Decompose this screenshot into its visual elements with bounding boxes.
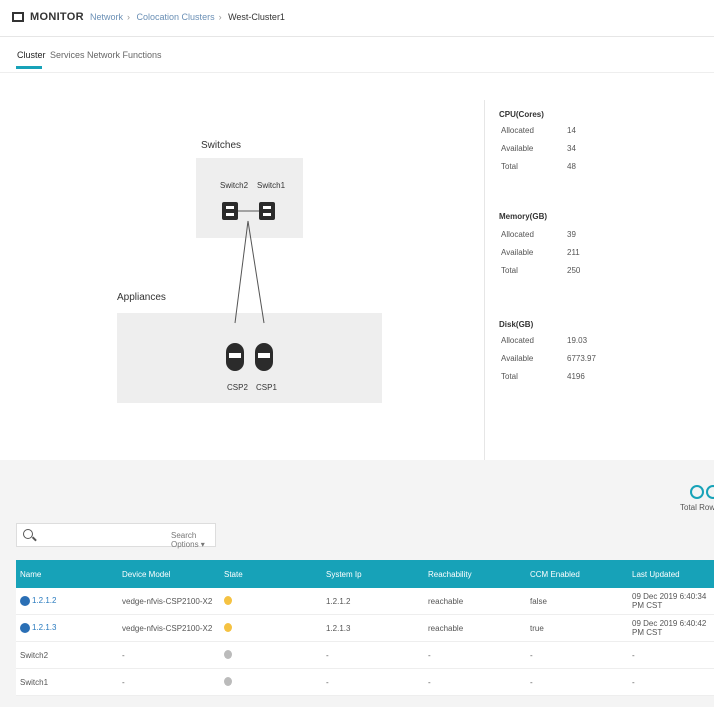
tab-bar: Cluster Services Network Functions [0, 36, 714, 73]
cell-ccm: - [526, 641, 628, 669]
memory-available: Available 211 [501, 248, 580, 257]
table-row[interactable]: Switch2 - - - - - [16, 641, 714, 669]
breadcrumb: Network › Colocation Clusters › West-Clust… [90, 12, 285, 22]
cell-system-ip: 1.2.1.2 [322, 588, 424, 615]
cpu-total: Total 48 [501, 162, 576, 171]
disk-total: Total 4196 [501, 372, 585, 381]
cell-name: Switch1 [16, 668, 118, 696]
refresh-icon[interactable] [690, 485, 704, 499]
cell-name: Switch2 [16, 641, 118, 669]
tab-services[interactable]: Services [50, 50, 85, 60]
col-ccm-enabled[interactable]: CCM Enabled [526, 560, 628, 588]
breadcrumb-current: West-Cluster1 [228, 12, 285, 22]
col-name[interactable]: Name [16, 560, 118, 588]
cell-model: - [118, 668, 220, 696]
breadcrumb-colocation-clusters[interactable]: Colocation Clusters [137, 12, 215, 22]
disk-title: Disk(GB) [499, 320, 534, 329]
table-header-row: Name Device Model State System Ip Reacha… [16, 560, 714, 588]
cell-updated: 09 Dec 2019 6:40:42 PM CST [628, 614, 714, 642]
cell-model: vedge-nfvis-CSP2100-X2 [118, 614, 220, 642]
cell-reachability: reachable [424, 588, 526, 615]
cell-ccm: false [526, 588, 628, 615]
top-bar: MONITOR Network › Colocation Clusters › We… [0, 0, 714, 37]
search-options-dropdown[interactable]: Search Options ▾ [171, 531, 215, 549]
state-icon [224, 595, 232, 605]
cell-model: - [118, 641, 220, 669]
cell-updated: 09 Dec 2019 6:40:34 PM CST [628, 588, 714, 615]
memory-allocated: Allocated 39 [501, 230, 576, 239]
cell-system-ip: - [322, 668, 424, 696]
device-icon [20, 623, 30, 633]
table-row[interactable]: 1.2.1.3 vedge-nfvis-CSP2100-X2 1.2.1.3 r… [16, 614, 714, 642]
table-row[interactable]: 1.2.1.2 vedge-nfvis-CSP2100-X2 1.2.1.2 r… [16, 588, 714, 615]
tab-network-functions[interactable]: Network Functions [87, 50, 162, 60]
search-input[interactable]: Search Options ▾ [16, 523, 216, 549]
disk-available: Available 6773.97 [501, 354, 596, 363]
total-rows-count: Total Rows: 4 [680, 503, 714, 512]
disk-allocated: Allocated 19.03 [501, 336, 588, 345]
cell-ccm: - [526, 668, 628, 696]
cell-reachability: reachable [424, 614, 526, 642]
device-table: Name Device Model State System Ip Reacha… [16, 560, 714, 696]
col-last-updated[interactable]: Last Updated [628, 560, 714, 588]
memory-total: Total 250 [501, 266, 581, 275]
cell-updated: - [628, 668, 714, 696]
link-to-csp1 [247, 220, 265, 324]
cell-updated: - [628, 641, 714, 669]
breadcrumb-network[interactable]: Network [90, 12, 123, 22]
tab-cluster[interactable]: Cluster [17, 50, 46, 60]
state-icon [224, 649, 232, 659]
resource-stats: CPU(Cores) Allocated 14 Available 34 Total… [484, 100, 714, 460]
col-state[interactable]: State [220, 560, 322, 588]
monitor-icon [12, 12, 24, 22]
device-icon [20, 596, 30, 606]
cpu-title: CPU(Cores) [499, 110, 544, 119]
cpu-allocated: Allocated 14 [501, 126, 576, 135]
cell-system-ip: 1.2.1.3 [322, 614, 424, 642]
state-icon [224, 676, 232, 686]
memory-title: Memory(GB) [499, 212, 548, 221]
device-link[interactable]: 1.2.1.2 [32, 596, 56, 605]
search-icon [23, 529, 33, 539]
cell-system-ip: - [322, 641, 424, 669]
page-title: MONITOR [30, 11, 84, 23]
table-settings-icon[interactable] [706, 485, 714, 499]
cell-reachability: - [424, 641, 526, 669]
state-icon [224, 622, 232, 632]
table-row[interactable]: Switch1 - - - - - [16, 668, 714, 696]
col-reachability[interactable]: Reachability [424, 560, 526, 588]
cell-ccm: true [526, 614, 628, 642]
active-tab-indicator [16, 66, 42, 69]
cell-model: vedge-nfvis-CSP2100-X2 [118, 588, 220, 615]
cpu-available: Available 34 [501, 144, 576, 153]
device-link[interactable]: 1.2.1.3 [32, 623, 56, 632]
col-device-model[interactable]: Device Model [118, 560, 220, 588]
link-to-csp2 [234, 220, 249, 324]
col-system-ip[interactable]: System Ip [322, 560, 424, 588]
cell-reachability: - [424, 668, 526, 696]
